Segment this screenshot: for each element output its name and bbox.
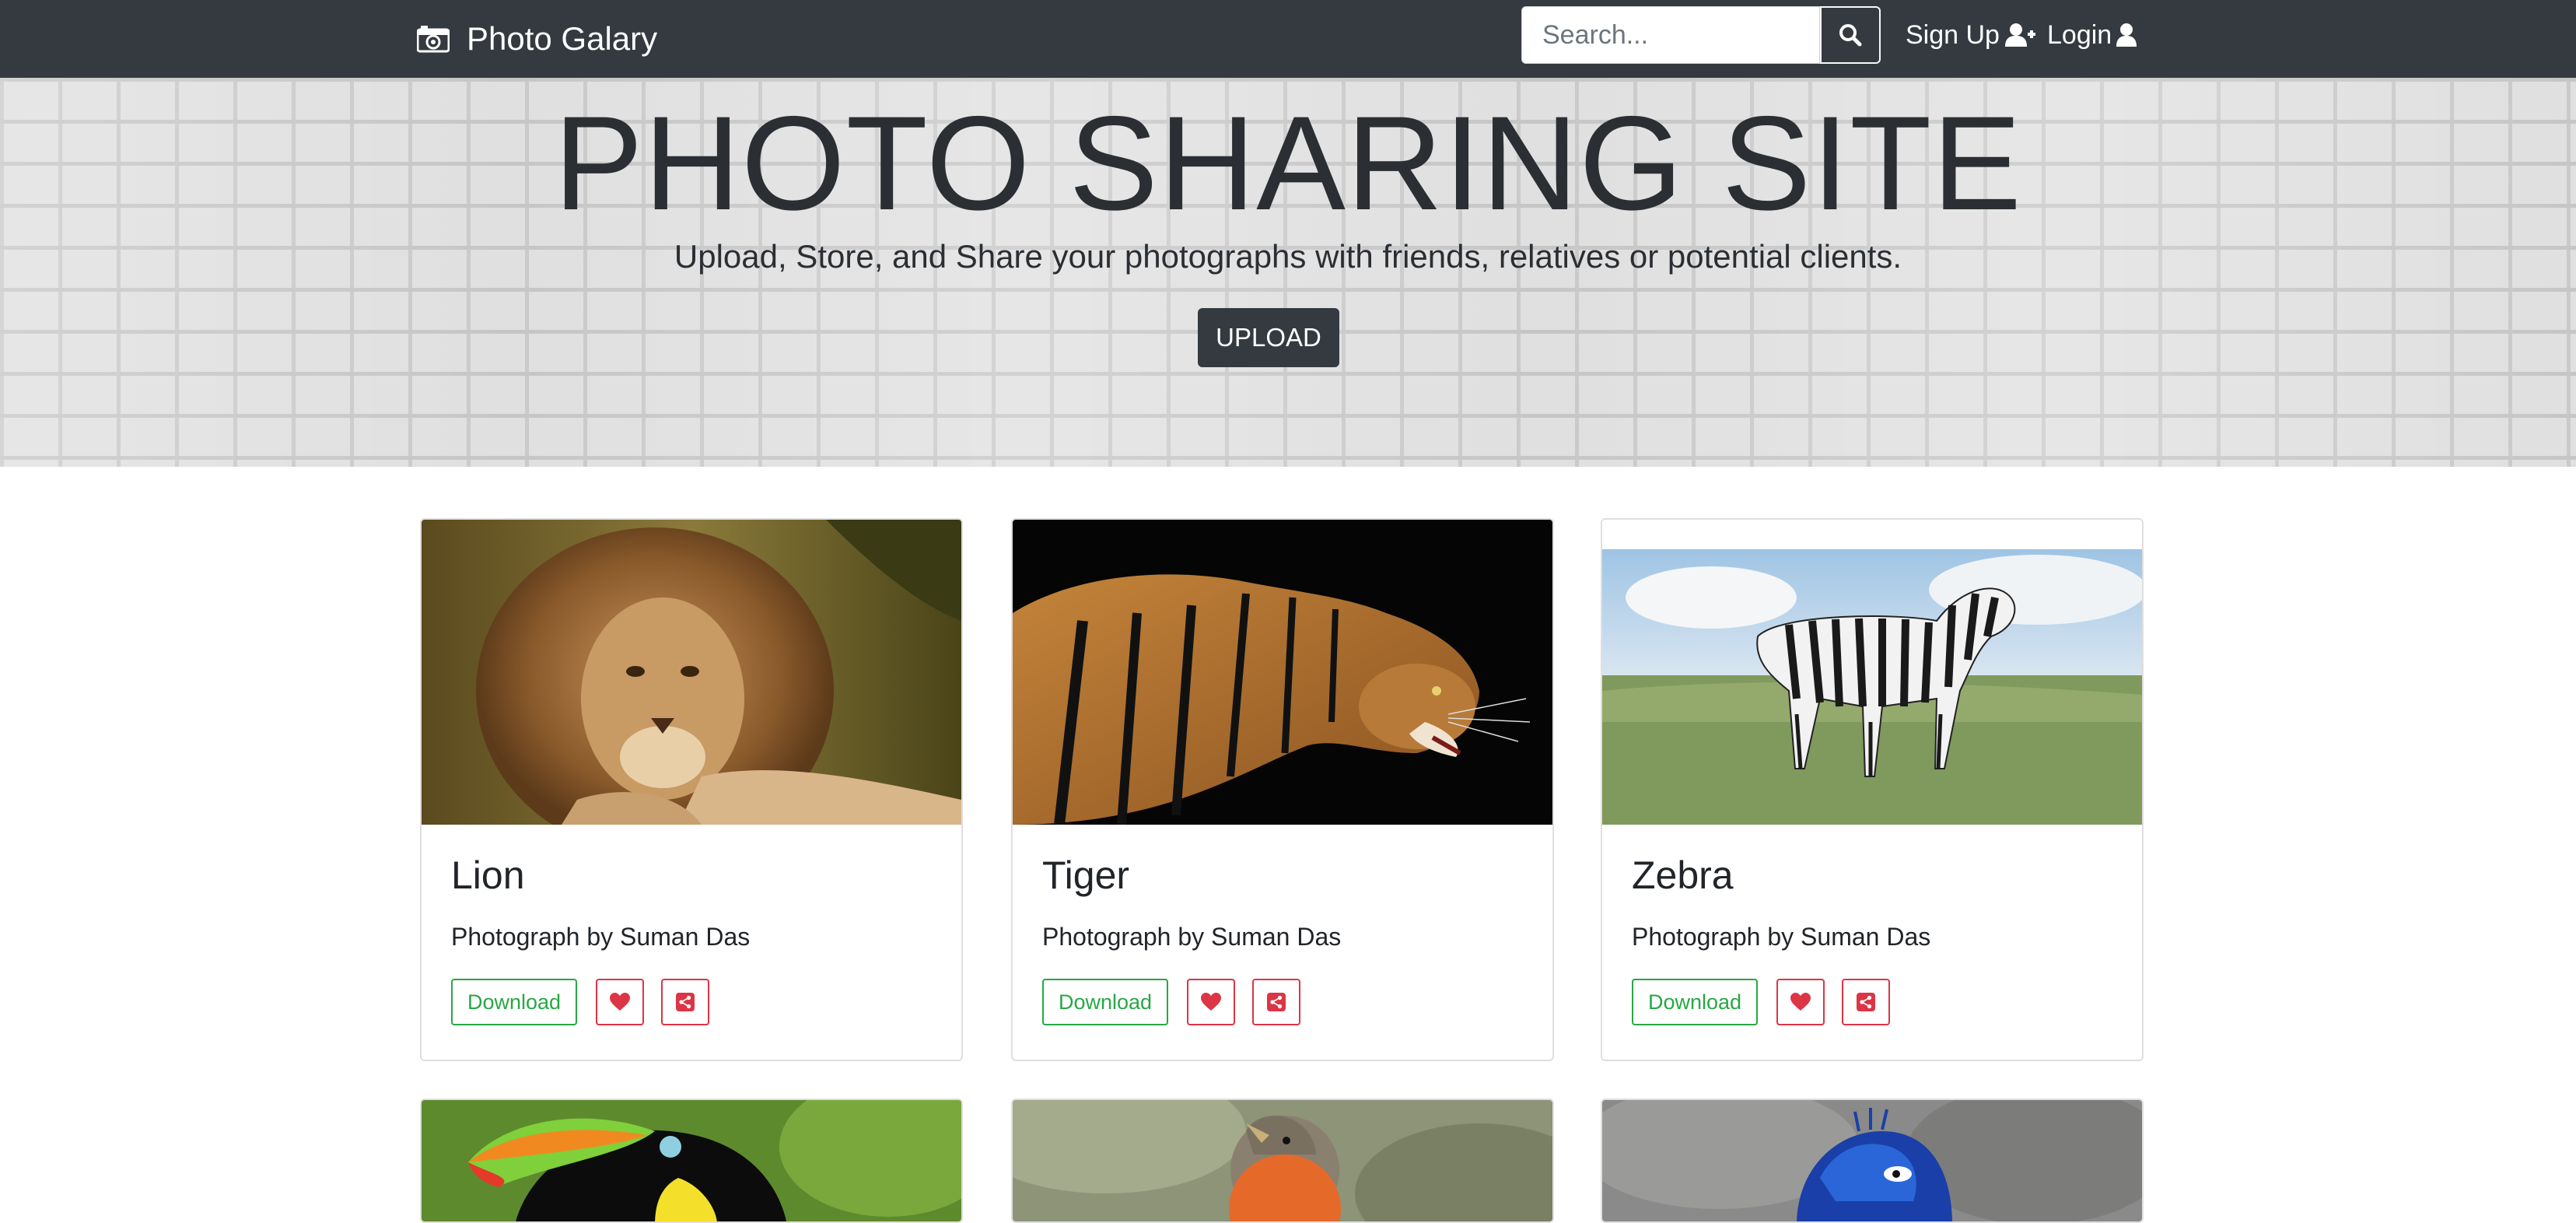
- card-photo[interactable]: [1013, 1100, 1552, 1223]
- share-button[interactable]: [661, 979, 709, 1025]
- brand-link[interactable]: Photo Galary: [417, 17, 657, 61]
- card-photo[interactable]: [1013, 520, 1552, 825]
- like-button[interactable]: [596, 979, 644, 1025]
- download-button[interactable]: Download: [451, 979, 577, 1025]
- login-label: Login: [2047, 19, 2112, 50]
- photo-card: Lion Photograph by Suman Das Download: [420, 518, 963, 1061]
- card-text: Photograph by Suman Das: [1632, 923, 1931, 951]
- upload-button[interactable]: UPLOAD: [1198, 308, 1339, 367]
- photo-card-partial: [1011, 1099, 1554, 1223]
- heart-icon: [1790, 993, 1811, 1011]
- signup-link[interactable]: Sign Up: [1906, 17, 2035, 53]
- signup-label: Sign Up: [1906, 19, 2000, 50]
- card-title: Lion: [451, 853, 525, 897]
- search-input[interactable]: [1521, 6, 1820, 64]
- card-title: Zebra: [1632, 853, 1734, 897]
- card-photo[interactable]: [422, 1100, 961, 1223]
- card-text: Photograph by Suman Das: [1042, 923, 1342, 951]
- heart-icon: [610, 993, 630, 1011]
- photo-card: Tiger Photograph by Suman Das Download: [1011, 518, 1554, 1061]
- login-link[interactable]: Login: [2047, 17, 2137, 53]
- like-button[interactable]: [1187, 979, 1235, 1025]
- photo-card: Zebra Photograph by Suman Das Download: [1601, 518, 2144, 1061]
- user-icon: [2116, 23, 2137, 47]
- download-button[interactable]: Download: [1042, 979, 1168, 1025]
- heart-icon: [1201, 993, 1221, 1011]
- card-text: Photograph by Suman Das: [451, 923, 751, 951]
- like-button[interactable]: [1776, 979, 1825, 1025]
- hero-banner: PHOTO SHARING SITE Upload, Store, and Sh…: [0, 78, 2576, 467]
- card-photo[interactable]: [1602, 1100, 2142, 1223]
- photo-card-partial: [420, 1099, 963, 1223]
- card-photo[interactable]: [422, 520, 961, 825]
- share-icon: [676, 993, 695, 1011]
- user-plus-icon: [2004, 23, 2035, 47]
- search-icon: [1839, 24, 1862, 47]
- share-icon: [1857, 993, 1875, 1011]
- share-button[interactable]: [1842, 979, 1890, 1025]
- photo-card-partial: [1601, 1099, 2144, 1223]
- search-button[interactable]: [1820, 6, 1881, 64]
- card-title: Tiger: [1042, 853, 1130, 897]
- hero-subtitle: Upload, Store, and Share your photograph…: [674, 238, 1902, 275]
- hero-title: PHOTO SHARING SITE: [554, 89, 2022, 238]
- share-button[interactable]: [1252, 979, 1300, 1025]
- download-button[interactable]: Download: [1632, 979, 1758, 1025]
- card-photo[interactable]: [1602, 520, 2142, 825]
- share-icon: [1267, 993, 1286, 1011]
- brand-name: Photo Galary: [467, 20, 658, 57]
- navbar: Photo Galary Sign Up Login: [0, 0, 2576, 78]
- camera-icon: [417, 26, 450, 53]
